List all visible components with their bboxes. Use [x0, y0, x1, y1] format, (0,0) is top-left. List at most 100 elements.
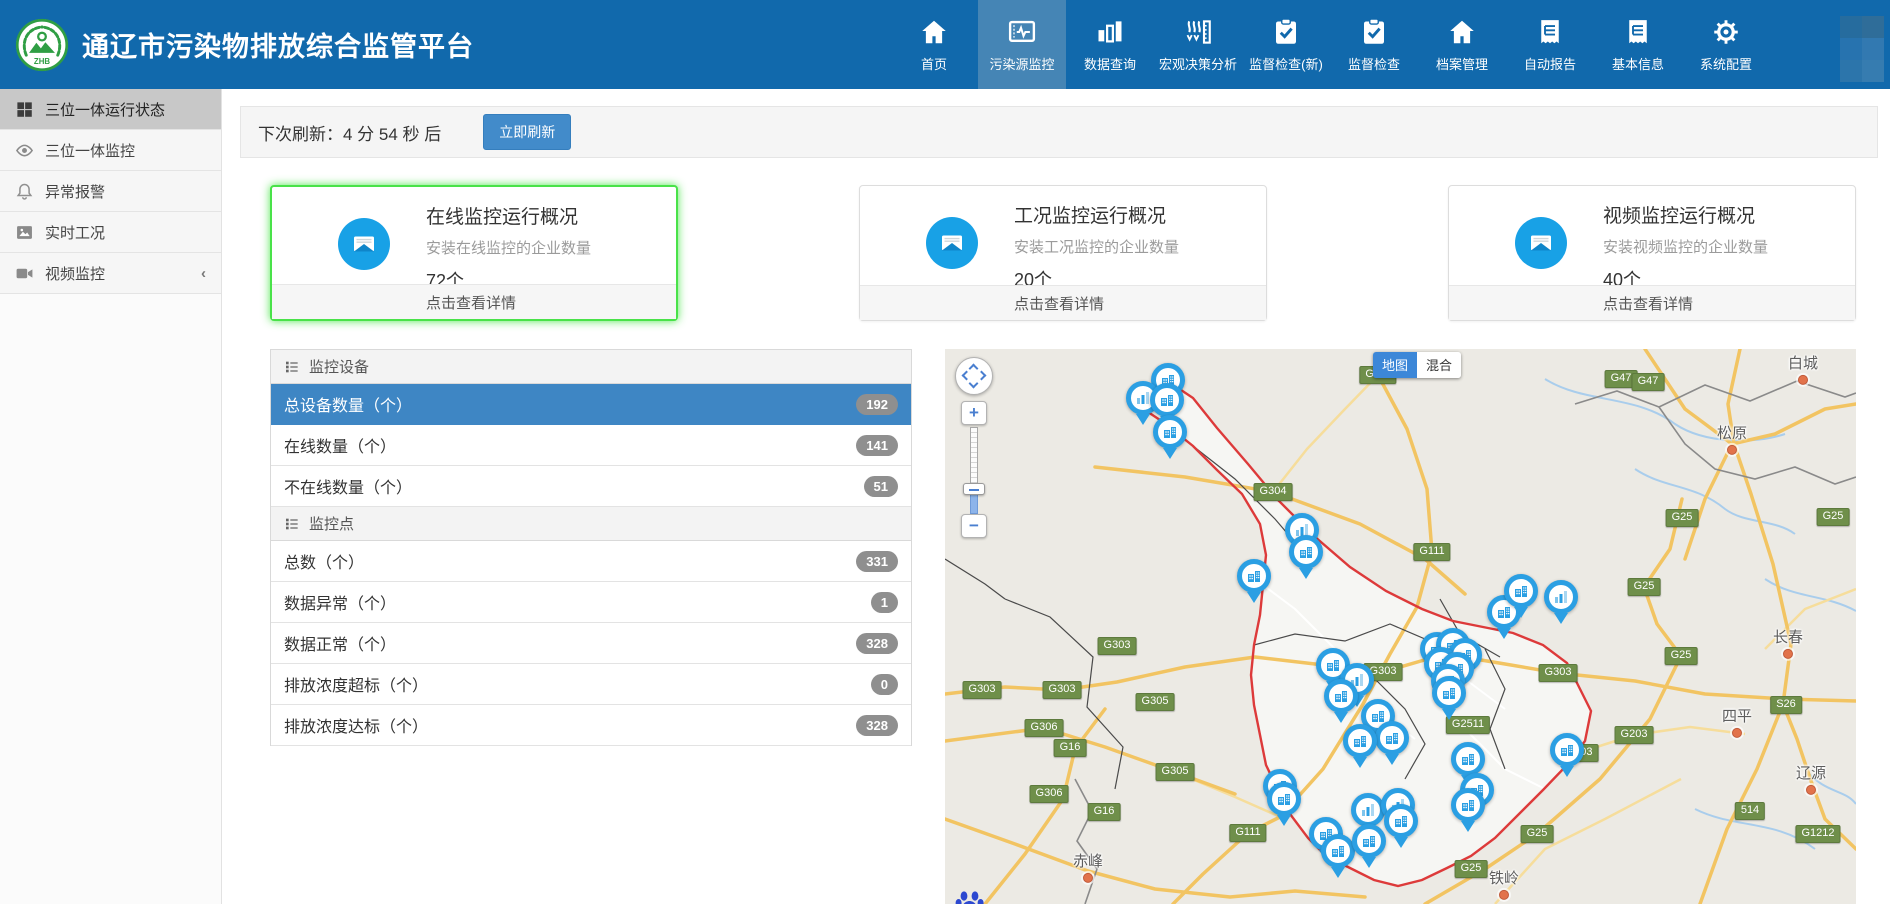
card-online-monitor[interactable]: 在线监控运行概况安装在线监控的企业数量72个点击查看详情: [270, 185, 678, 321]
pan-up-icon[interactable]: [969, 364, 979, 374]
map-type-hybrid[interactable]: 混合: [1417, 352, 1461, 378]
mosaic-cell: [1818, 60, 1840, 82]
card-title: 工况监控运行概况: [1014, 201, 1179, 228]
map-marker-building[interactable]: [1153, 415, 1187, 449]
sidebar-item-trinity-run-status[interactable]: 三位一体运行状态: [0, 89, 221, 130]
map-marker-building[interactable]: [1237, 559, 1271, 593]
nav-item-label: 自动报告: [1524, 54, 1576, 73]
page-title: 通辽市污染物排放综合监管平台: [82, 25, 474, 64]
stat-row[interactable]: 排放浓度超标（个）0: [271, 664, 911, 705]
nav-item-pollution-monitor[interactable]: 污染源监控: [978, 0, 1066, 89]
map-marker-building[interactable]: [1550, 733, 1584, 767]
map-marker-building[interactable]: [1384, 804, 1418, 838]
map-marker-building[interactable]: [1150, 383, 1184, 417]
nav-item-data-query[interactable]: 数据查询: [1066, 0, 1154, 89]
nav-item-auto-report[interactable]: 自动报告: [1506, 0, 1594, 89]
map-canvas[interactable]: G111G47G47G304G111G25G25G25G25G2511G303G…: [945, 349, 1856, 904]
card-text: 在线监控运行概况安装在线监控的企业数量72个: [426, 202, 591, 293]
nav-item-inspection-new[interactable]: 监督检查(新): [1242, 0, 1330, 89]
card-details-link[interactable]: 点击查看详情: [860, 285, 1266, 320]
app-header: ZHB 通辽市污染物排放综合监管平台 首页污染源监控数据查询宏观决策分析监督检查…: [0, 0, 1890, 89]
map-marker-building[interactable]: [1375, 721, 1409, 755]
mosaic-cell: [1840, 60, 1862, 82]
road-label: G25: [1817, 508, 1850, 526]
sidebar-item-abnormal-alarm[interactable]: 异常报警: [0, 171, 221, 212]
stat-label: 排放浓度超标（个）: [284, 672, 428, 696]
map-marker-building[interactable]: [1352, 824, 1386, 858]
map-pan-control[interactable]: [955, 357, 993, 395]
pan-right-icon[interactable]: [977, 371, 987, 381]
nav-item-home[interactable]: 首页: [890, 0, 978, 89]
sidebar-item-video-monitor[interactable]: 视频监控‹: [0, 253, 221, 294]
nav-item-macro-analysis[interactable]: 宏观决策分析: [1154, 0, 1242, 89]
stat-row[interactable]: 总设备数量（个）192: [271, 384, 911, 425]
map-marker-building[interactable]: [1289, 535, 1323, 569]
bell-icon: [15, 182, 34, 201]
zoom-in-button[interactable]: +: [961, 401, 987, 425]
road-label: G47: [1632, 373, 1665, 391]
mosaic-cell: [1862, 60, 1884, 82]
card-details-link[interactable]: 点击查看详情: [272, 284, 676, 319]
map-marker-building[interactable]: [1504, 574, 1538, 608]
map-marker-chart[interactable]: [1544, 580, 1578, 614]
analysis-icon: [1183, 17, 1213, 47]
road-label: G25: [1665, 647, 1698, 665]
report-icon: [1623, 17, 1653, 47]
road-label: G303: [963, 681, 1002, 699]
sidebar-item-realtime-condition[interactable]: 实时工况: [0, 212, 221, 253]
map-marker-building[interactable]: [1451, 742, 1485, 776]
stat-row[interactable]: 数据异常（个）1: [271, 582, 911, 623]
clipboard-check-icon: [1359, 17, 1389, 47]
stat-row[interactable]: 不在线数量（个）51: [271, 466, 911, 507]
stat-label: 数据异常（个）: [284, 590, 396, 614]
card-condition-monitor[interactable]: 工况监控运行概况安装工况监控的企业数量20个点击查看详情: [859, 185, 1267, 321]
city-label: 赤峰: [1073, 850, 1103, 883]
road-label: G306: [1030, 785, 1069, 803]
card-subtitle: 安装在线监控的企业数量: [426, 237, 591, 258]
road-label: G25: [1521, 825, 1554, 843]
card-text: 视频监控运行概况安装视频监控的企业数量40个: [1603, 201, 1768, 292]
card-video-monitor[interactable]: 视频监控运行概况安装视频监控的企业数量40个点击查看详情: [1448, 185, 1856, 321]
stat-row[interactable]: 排放浓度达标（个）328: [271, 705, 911, 746]
nav-item-basic-info[interactable]: 基本信息: [1594, 0, 1682, 89]
stat-label: 不在线数量（个）: [284, 474, 412, 498]
zoom-slider-handle[interactable]: [963, 483, 985, 495]
zoom-slider-track[interactable]: [970, 427, 978, 485]
map-marker-building[interactable]: [1432, 676, 1466, 710]
nav-item-label: 污染源监控: [989, 54, 1054, 73]
pan-left-icon[interactable]: [962, 371, 972, 381]
road-label: G111: [1413, 543, 1450, 561]
nav-item-archive[interactable]: 档案管理: [1418, 0, 1506, 89]
city-label: 辽源: [1796, 762, 1826, 795]
stat-row[interactable]: 在线数量（个）141: [271, 425, 911, 466]
sidebar-item-label: 视频监控: [45, 263, 105, 284]
nav-item-system-config[interactable]: 系统配置: [1682, 0, 1770, 89]
stat-label: 排放浓度达标（个）: [284, 713, 428, 737]
stat-row[interactable]: 数据正常（个）328: [271, 623, 911, 664]
road-label: G25: [1455, 860, 1488, 878]
road-label: G304: [1254, 483, 1293, 501]
sidebar-item-label: 实时工况: [45, 222, 105, 243]
nav-item-label: 监督检查: [1348, 54, 1400, 73]
home-icon: [919, 17, 949, 47]
map-type-map[interactable]: 地图: [1373, 352, 1417, 378]
stat-value-badge: 141: [856, 435, 898, 456]
pan-down-icon[interactable]: [969, 379, 979, 389]
stat-row[interactable]: 总数（个）331: [271, 541, 911, 582]
list-icon: [284, 359, 300, 375]
sidebar-item-trinity-monitor[interactable]: 三位一体监控: [0, 130, 221, 171]
zoom-out-button[interactable]: −: [961, 514, 987, 538]
refresh-now-button[interactable]: 立即刷新: [483, 114, 571, 150]
map-marker-building[interactable]: [1451, 788, 1485, 822]
nav-item-inspection[interactable]: 监督检查: [1330, 0, 1418, 89]
road-label: 514: [1735, 802, 1765, 820]
grid-icon: [15, 100, 34, 119]
nav-item-label: 档案管理: [1436, 54, 1488, 73]
card-subtitle: 安装工况监控的企业数量: [1014, 236, 1179, 257]
map-marker-building[interactable]: [1343, 724, 1377, 758]
map-marker-building[interactable]: [1321, 834, 1355, 868]
map-marker-building[interactable]: [1324, 679, 1358, 713]
card-details-link[interactable]: 点击查看详情: [1449, 285, 1855, 320]
map-marker-chart[interactable]: [1351, 793, 1385, 827]
map-marker-building[interactable]: [1267, 782, 1301, 816]
